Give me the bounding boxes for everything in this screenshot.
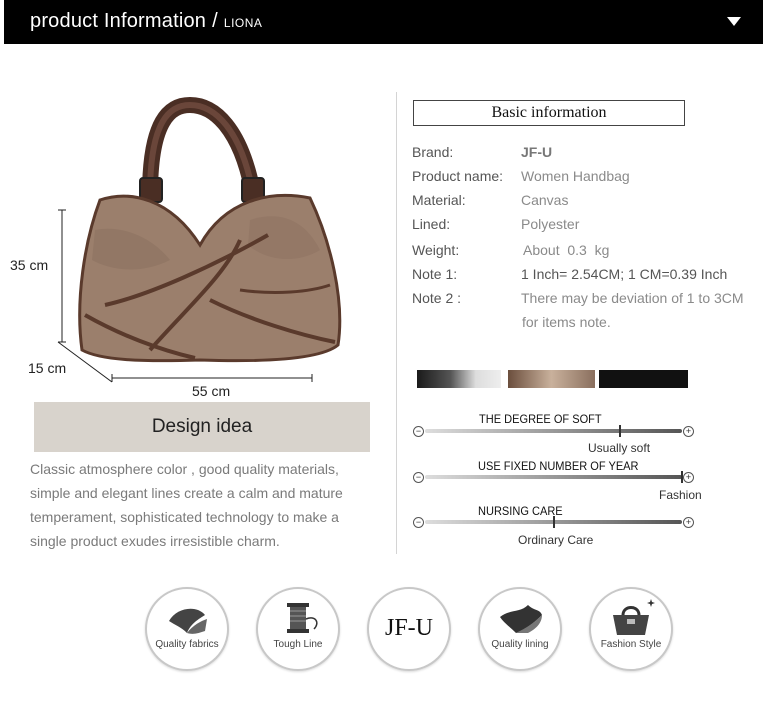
plus-icon: + bbox=[683, 517, 694, 528]
chevron-down-icon[interactable] bbox=[727, 17, 741, 26]
minus-icon: − bbox=[413, 517, 424, 528]
scale-bar-soft bbox=[425, 429, 682, 433]
scale-value-years: Fashion bbox=[659, 488, 702, 502]
scale-title-soft: THE DEGREE OF SOFT bbox=[479, 412, 602, 426]
scale-value-soft: Usually soft bbox=[588, 441, 651, 455]
info-label-note1: Note 1: bbox=[412, 266, 458, 282]
info-label-product-name: Product name: bbox=[412, 168, 504, 184]
design-idea-heading: Design idea bbox=[34, 402, 370, 452]
plus-icon: + bbox=[683, 472, 694, 483]
info-label-lined: Lined: bbox=[412, 216, 451, 232]
feature-label: Fashion Style bbox=[600, 639, 662, 650]
header-title: product Information bbox=[30, 10, 207, 32]
thread-spool-icon bbox=[287, 603, 318, 633]
feature-label: Tough Line bbox=[273, 639, 323, 650]
lining-icon bbox=[500, 605, 542, 633]
section-header: product Information / LIONA bbox=[4, 0, 763, 44]
scale-value-care: Ordinary Care bbox=[518, 533, 594, 547]
feature-quality-lining: Quality lining bbox=[478, 587, 562, 671]
info-value-product-name: Women Handbag bbox=[521, 168, 630, 184]
header-title-group: product Information / LIONA bbox=[30, 10, 262, 33]
scale-marker-soft bbox=[619, 425, 622, 437]
dimension-width: 55 cm bbox=[192, 383, 231, 399]
info-label-material: Material: bbox=[412, 192, 466, 208]
info-label-weight: Weight: bbox=[412, 242, 460, 258]
feature-tough-line: Tough Line bbox=[256, 587, 340, 671]
design-idea-text: Classic atmosphere color , good quality … bbox=[30, 461, 343, 549]
handbag-image bbox=[57, 96, 342, 383]
scale-bar-years bbox=[425, 475, 682, 479]
handbag-icon bbox=[613, 599, 655, 635]
feature-fashion-style: Fashion Style bbox=[589, 587, 673, 671]
swatch-dark[interactable] bbox=[599, 370, 688, 388]
info-value-note1: 1 Inch= 2.54CM; 1 CM=0.39 Inch bbox=[521, 266, 728, 282]
swatch-coffee[interactable] bbox=[508, 370, 595, 388]
scale-title-years: USE FIXED NUMBER OF YEAR bbox=[478, 459, 639, 473]
info-value-brand: JF-U bbox=[521, 144, 553, 160]
dimension-height: 35 cm bbox=[10, 257, 49, 273]
fabric-icon bbox=[169, 608, 207, 634]
feature-label: Quality fabrics bbox=[155, 639, 219, 650]
vertical-divider bbox=[396, 92, 397, 554]
feature-label: Quality lining bbox=[491, 639, 549, 650]
minus-icon: − bbox=[413, 472, 424, 483]
info-value-lined: Polyester bbox=[521, 216, 580, 232]
dimension-depth: 15 cm bbox=[28, 360, 67, 376]
info-value-note2-cont: for items note. bbox=[522, 314, 611, 330]
header-brand: LIONA bbox=[223, 16, 263, 30]
info-label-brand: Brand: bbox=[412, 144, 454, 160]
info-label-note2: Note 2 : bbox=[412, 290, 462, 306]
brand-logo: JF-U bbox=[384, 615, 433, 641]
plus-icon: + bbox=[683, 426, 694, 437]
info-value-weight: About 0.3 kg bbox=[523, 242, 610, 258]
minus-icon: − bbox=[413, 426, 424, 437]
header-separator: / bbox=[212, 10, 218, 32]
feature-quality-fabrics: Quality fabrics bbox=[145, 587, 229, 671]
basic-info-heading: Basic information bbox=[413, 100, 685, 126]
scale-title-care: NURSING CARE bbox=[478, 504, 563, 518]
info-value-material: Canvas bbox=[521, 192, 569, 208]
swatch-black[interactable] bbox=[417, 370, 501, 388]
info-value-note2: There may be deviation of 1 to 3CM bbox=[521, 290, 744, 306]
feature-brand: JF-U bbox=[367, 587, 451, 671]
scale-marker-care bbox=[552, 516, 555, 528]
